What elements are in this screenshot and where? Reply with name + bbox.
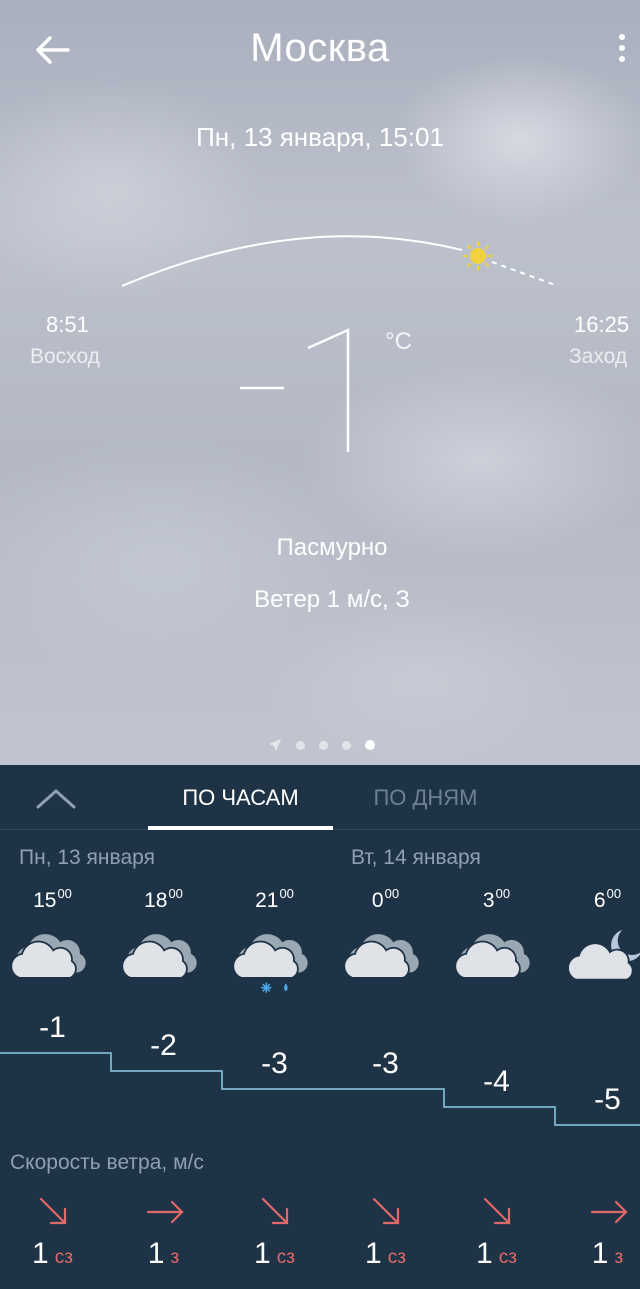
hour-temperature: -3 (261, 1047, 288, 1080)
weather-condition: Пасмурно (276, 534, 388, 561)
day-label-tuesday: Вт, 14 января (351, 846, 481, 869)
wind-arrow-southeast-icon (39, 1197, 67, 1225)
wind-direction: з (170, 1247, 180, 1268)
wind-direction: сз (54, 1247, 73, 1268)
wind-direction: сз (387, 1247, 406, 1268)
temperature-unit: °C (385, 328, 412, 355)
hour-label: 2100 (255, 886, 294, 912)
tab-active-indicator (148, 826, 333, 830)
wind-arrow-east-icon (146, 1200, 184, 1224)
location-arrow-icon (269, 739, 281, 751)
cloudy-icon (10, 934, 86, 979)
current-temperature: −1 (240, 328, 350, 452)
wind-direction: сз (276, 1247, 295, 1268)
wind-speed-value: 1з (591, 1237, 624, 1270)
hour-temperature: -2 (150, 1029, 177, 1062)
current-datetime: Пн, 13 января, 15:01 (196, 122, 444, 152)
hour-label: 1800 (144, 886, 183, 912)
wind-direction: сз (498, 1247, 517, 1268)
cloudy-snow-rain-icon (232, 934, 308, 993)
more-menu-icon[interactable] (612, 30, 632, 70)
wind-speed-title: Скорость ветра, м/с (10, 1151, 204, 1174)
hour-temperature: -5 (594, 1083, 621, 1116)
page-dot[interactable] (296, 740, 305, 750)
hour-label: 1500 (33, 886, 72, 912)
hour-label: 000 (371, 886, 400, 912)
hour-label: 600 (593, 886, 622, 912)
tab-hourly[interactable]: ПО ЧАСАМ (148, 785, 333, 811)
cloudy-icon (454, 934, 530, 979)
hour-temperature: -3 (372, 1047, 399, 1080)
cloudy-icon (121, 934, 197, 979)
day-label-monday: Пн, 13 января (19, 846, 155, 869)
hour-label: 300 (482, 886, 511, 912)
cloudy-night-icon (567, 929, 640, 981)
weather-hero: Москва Пн, 13 января, 15:01 8:51 Восход … (0, 0, 640, 765)
sun-path-arc (121, 235, 559, 287)
wind-speed-value: 1 сз (365, 1237, 406, 1270)
wind-speed-value: 1з (147, 1237, 180, 1270)
sunrise-label: Восход (30, 345, 100, 368)
wind-arrow-southeast-icon (483, 1197, 511, 1225)
wind-speed-value: 1 сз (32, 1237, 73, 1270)
chevron-up-icon[interactable] (34, 783, 78, 813)
page-dot-active[interactable] (365, 740, 375, 750)
current-wind: Ветер 1 м/с, З (254, 586, 410, 613)
wind-arrow-southeast-icon (372, 1197, 400, 1225)
hour-temperature: -1 (39, 1011, 66, 1044)
page-dot[interactable] (342, 740, 351, 750)
sun-icon (463, 241, 493, 271)
cloudy-icon (343, 934, 419, 979)
wind-speed-value: 1 сз (254, 1237, 295, 1270)
hour-temperature: -4 (483, 1065, 510, 1098)
sunrise-time: 8:51 (46, 312, 89, 337)
wind-speed-value: 1 сз (476, 1237, 517, 1270)
page-indicator[interactable] (268, 735, 375, 755)
wind-arrow-southeast-icon (261, 1197, 289, 1225)
city-title: Москва (250, 26, 390, 70)
wind-direction: з (614, 1247, 624, 1268)
sunset-label: Заход (569, 345, 628, 368)
forecast-panel: ПО ЧАСАМ ПО ДНЯМ Пн, 13 января Вт, 14 ян… (0, 765, 640, 1289)
wind-arrow-east-icon (590, 1200, 628, 1224)
tab-daily[interactable]: ПО ДНЯМ (333, 785, 518, 811)
sunset-time: 16:25 (574, 312, 630, 337)
page-dot[interactable] (319, 740, 328, 750)
